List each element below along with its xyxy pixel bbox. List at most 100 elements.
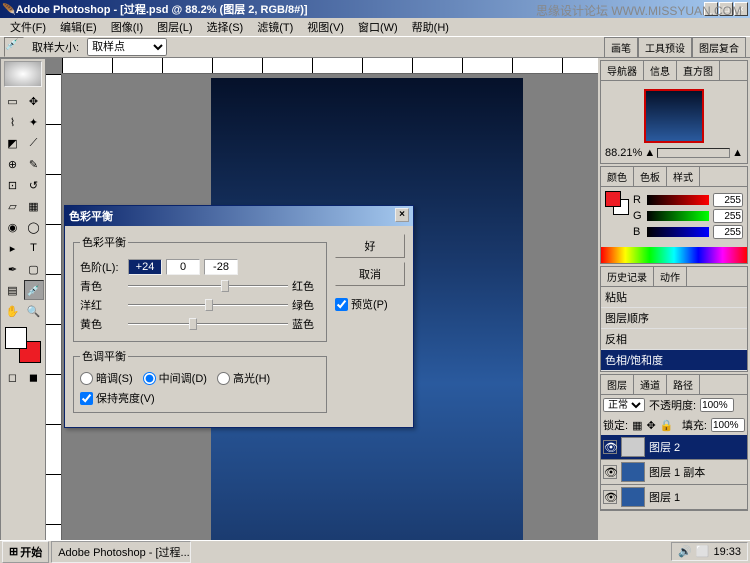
level-input-2[interactable] <box>166 259 200 275</box>
tray-icon[interactable]: ⬜ <box>696 545 710 558</box>
brushes-button[interactable]: 画笔 <box>604 37 638 58</box>
highlights-radio[interactable]: 高光(H) <box>217 370 270 386</box>
current-tool-icon[interactable]: 💉 <box>4 37 24 57</box>
history-item[interactable]: 色相/饱和度 <box>601 350 747 371</box>
layer-thumbnail[interactable] <box>621 462 645 482</box>
ruler-vertical[interactable] <box>46 74 62 562</box>
level-input-1[interactable] <box>128 259 162 275</box>
quickmask-off[interactable]: ◻ <box>3 367 23 387</box>
menu-edit[interactable]: 编辑(E) <box>54 18 103 36</box>
system-tray[interactable]: 🔊 ⬜ 19:33 <box>671 542 748 561</box>
color-swatch[interactable] <box>5 327 41 363</box>
tab-layers[interactable]: 图层 <box>601 375 634 394</box>
quickmask-on[interactable]: ◼ <box>24 367 44 387</box>
layer-row[interactable]: 👁 图层 1 副本 <box>601 460 747 485</box>
tray-icon[interactable]: 🔊 <box>678 545 692 558</box>
r-input[interactable] <box>713 193 743 207</box>
navigator-thumbnail[interactable] <box>644 89 704 143</box>
g-input[interactable] <box>713 209 743 223</box>
layer-row[interactable]: 👁 图层 1 <box>601 485 747 510</box>
menu-filter[interactable]: 滤镜(T) <box>251 18 299 36</box>
ruler-horizontal[interactable] <box>62 58 598 74</box>
layer-thumbnail[interactable] <box>621 437 645 457</box>
tab-paths[interactable]: 路径 <box>667 375 700 394</box>
visibility-icon[interactable]: 👁 <box>603 440 617 454</box>
layer-name[interactable]: 图层 1 副本 <box>649 464 705 480</box>
zoom-tool[interactable]: 🔍 <box>24 301 44 321</box>
cancel-button[interactable]: 取消 <box>335 262 405 286</box>
b-slider[interactable] <box>647 227 709 237</box>
opacity-input[interactable] <box>700 398 734 412</box>
layer-name[interactable]: 图层 1 <box>649 489 680 505</box>
tab-navigator[interactable]: 导航器 <box>601 61 644 80</box>
preserve-luminosity-checkbox[interactable]: 保持亮度(V) <box>80 390 320 406</box>
tab-color[interactable]: 颜色 <box>601 167 634 186</box>
layer-comps-button[interactable]: 图层复合 <box>692 37 746 58</box>
g-slider[interactable] <box>647 211 709 221</box>
start-button[interactable]: ⊞开始 <box>2 541 49 563</box>
layer-thumbnail[interactable] <box>621 487 645 507</box>
wand-tool[interactable]: ✦ <box>24 112 44 132</box>
type-tool[interactable]: T <box>24 238 44 258</box>
lock-pixels-icon[interactable]: ▦ <box>632 419 642 432</box>
blend-mode-select[interactable]: 正常 <box>603 398 645 412</box>
color-swatch-panel[interactable] <box>605 191 629 215</box>
visibility-icon[interactable]: 👁 <box>603 465 617 479</box>
tab-info[interactable]: 信息 <box>644 61 677 80</box>
tab-styles[interactable]: 样式 <box>667 167 700 186</box>
clock[interactable]: 19:33 <box>713 546 741 558</box>
eyedropper-tool[interactable]: 💉 <box>24 280 44 300</box>
lock-all-icon[interactable]: 🔒 <box>660 419 674 432</box>
layer-row[interactable]: 👁 图层 2 <box>601 435 747 460</box>
level-input-3[interactable] <box>204 259 238 275</box>
menu-file[interactable]: 文件(F) <box>4 18 52 36</box>
brush-tool[interactable]: ✎ <box>24 154 44 174</box>
stamp-tool[interactable]: ⊡ <box>3 175 23 195</box>
tab-actions[interactable]: 动作 <box>654 267 687 286</box>
menu-image[interactable]: 图像(I) <box>105 18 149 36</box>
menu-view[interactable]: 视图(V) <box>301 18 350 36</box>
menu-help[interactable]: 帮助(H) <box>406 18 455 36</box>
sample-size-select[interactable]: 取样点 <box>87 38 167 56</box>
notes-tool[interactable]: ▤ <box>3 280 23 300</box>
slice-tool[interactable]: ⟋ <box>24 133 44 153</box>
lock-position-icon[interactable]: ✥ <box>646 419 655 432</box>
nav-zoom-value[interactable]: 88.21% <box>605 147 642 159</box>
lasso-tool[interactable]: ⌇ <box>3 112 23 132</box>
zoom-out-icon[interactable]: ▲ <box>644 147 655 159</box>
gradient-tool[interactable]: ▦ <box>24 196 44 216</box>
r-slider[interactable] <box>647 195 709 205</box>
fill-input[interactable] <box>711 418 745 432</box>
history-item[interactable]: 反相 <box>601 329 747 350</box>
shape-tool[interactable]: ▢ <box>24 259 44 279</box>
tab-histogram[interactable]: 直方图 <box>677 61 720 80</box>
taskbar-item[interactable]: Adobe Photoshop - [过程... <box>51 541 191 563</box>
move-tool[interactable]: ✥ <box>24 91 44 111</box>
menu-select[interactable]: 选择(S) <box>201 18 250 36</box>
hand-tool[interactable]: ✋ <box>3 301 23 321</box>
history-item[interactable]: 图层顺序 <box>601 308 747 329</box>
tab-history[interactable]: 历史记录 <box>601 267 654 286</box>
layer-name[interactable]: 图层 2 <box>649 439 680 455</box>
zoom-slider[interactable] <box>657 148 730 158</box>
marquee-tool[interactable]: ▭ <box>3 91 23 111</box>
midtones-radio[interactable]: 中间调(D) <box>143 370 207 386</box>
cyan-red-slider[interactable] <box>128 278 288 294</box>
pen-tool[interactable]: ✒ <box>3 259 23 279</box>
b-input[interactable] <box>713 225 743 239</box>
magenta-green-slider[interactable] <box>128 297 288 313</box>
tool-presets-button[interactable]: 工具预设 <box>638 37 692 58</box>
ok-button[interactable]: 好 <box>335 234 405 258</box>
preview-checkbox[interactable]: 预览(P) <box>335 296 405 312</box>
crop-tool[interactable]: ◩ <box>3 133 23 153</box>
yellow-blue-slider[interactable] <box>128 316 288 332</box>
heal-tool[interactable]: ⊕ <box>3 154 23 174</box>
blur-tool[interactable]: ◉ <box>3 217 23 237</box>
fg-color[interactable] <box>5 327 27 349</box>
dialog-close-button[interactable]: × <box>395 208 409 222</box>
eraser-tool[interactable]: ▱ <box>3 196 23 216</box>
menu-layer[interactable]: 图层(L) <box>151 18 198 36</box>
zoom-in-icon[interactable]: ▲ <box>732 147 743 159</box>
tab-channels[interactable]: 通道 <box>634 375 667 394</box>
dodge-tool[interactable]: ◯ <box>24 217 44 237</box>
